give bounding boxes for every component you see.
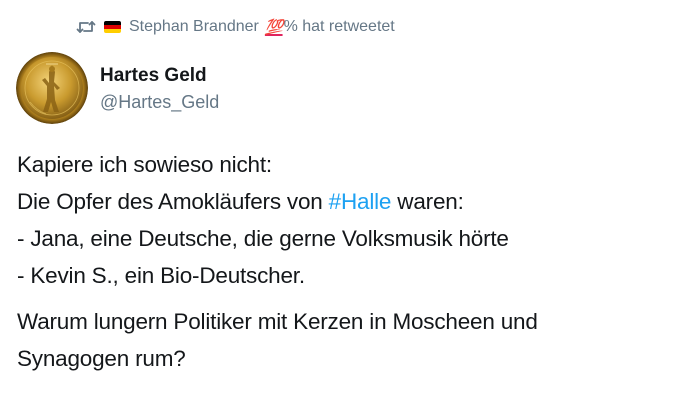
hundred-points-icon: 💯 <box>264 19 284 36</box>
gold-coin-icon <box>16 52 88 124</box>
tweet-line: Kapiere ich sowieso nicht: <box>17 152 272 177</box>
tweet-text: Kapiere ich sowieso nicht: Die Opfer des… <box>17 146 667 377</box>
hashtag-link[interactable]: #Halle <box>329 189 392 214</box>
tweet-text-segment: Die Opfer des Amokläufers von <box>17 189 329 214</box>
tweet-text-segment: waren: <box>391 189 464 214</box>
tweet-line: - Jana, eine Deutsche, die gerne Volksmu… <box>17 226 509 251</box>
tweet-line: Die Opfer des Amokläufers von #Halle war… <box>17 183 667 220</box>
germany-flag-icon <box>104 21 121 33</box>
tweet-line: Synagogen rum? <box>17 346 186 371</box>
avatar[interactable] <box>16 52 88 124</box>
retweet-icon <box>76 18 96 36</box>
retweet-suffix: % hat retweetet <box>283 18 395 35</box>
tweet-line: Warum lungern Politiker mit Kerzen in Mo… <box>17 309 538 334</box>
retweeter-name[interactable]: Stephan Brandner <box>129 18 259 36</box>
retweet-context[interactable]: Stephan Brandner 💯 % hat retweetet <box>76 14 395 40</box>
author-handle[interactable]: @Hartes_Geld <box>100 89 219 115</box>
tweet-line: - Kevin S., ein Bio-Deutscher. <box>17 263 305 288</box>
tweet-author[interactable]: Hartes Geld @Hartes_Geld <box>100 64 219 115</box>
author-name[interactable]: Hartes Geld <box>100 64 219 88</box>
